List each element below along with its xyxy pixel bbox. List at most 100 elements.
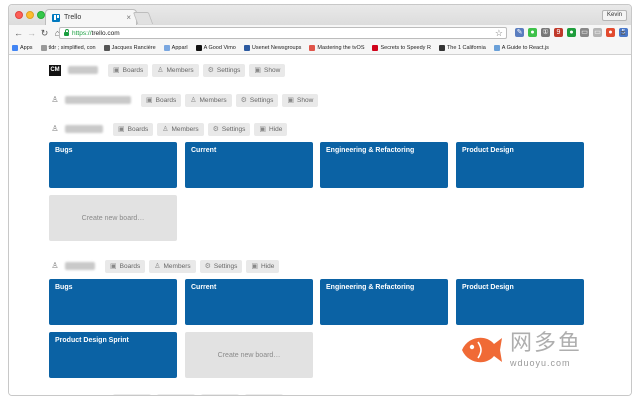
org-boards-button[interactable]: ▣ Boards (108, 63, 149, 77)
maximize-window-button[interactable] (37, 11, 45, 19)
org-show-button[interactable]: ▣ Show (249, 63, 286, 77)
gear-icon: ⚙ (204, 262, 211, 270)
bookmark-label: Mastering the tvOS (317, 45, 365, 51)
board-tile-product-design[interactable]: Product Design (456, 279, 584, 325)
bookmark-item[interactable]: Apps (12, 45, 33, 51)
members-label: Members (163, 262, 191, 270)
address-bar[interactable]: https:// trello.com ☆ (59, 27, 507, 39)
bookmark-item[interactable]: Usenet Newsgroups (243, 45, 301, 51)
extension-icon[interactable]: ▭ (580, 28, 589, 37)
bookmark-label: A Guide to React.js (501, 45, 549, 51)
boards-label: Boards (127, 125, 149, 133)
boards-label: Boards (122, 66, 144, 74)
org-show-button[interactable]: ▣ Show (282, 93, 319, 107)
create-new-board-button[interactable]: Create new board… (185, 332, 313, 378)
extension-icon[interactable]: ● (528, 28, 537, 37)
person-icon: ♙ (157, 66, 164, 74)
board-toggle-icon: ▣ (259, 125, 267, 133)
bookmarks-bar: Apps tldr ; simplified, con Jacques Ranciè… (9, 42, 631, 55)
trello-favicon-icon (52, 13, 60, 22)
board-tile-bugs[interactable]: Bugs (49, 142, 177, 188)
org-hide-button[interactable]: ▣ Hide (246, 259, 280, 273)
person-icon: ♙ (190, 96, 197, 104)
chrome-menu-icon[interactable]: ≡ (619, 28, 627, 38)
org-members-button[interactable]: ♙ Members (152, 63, 199, 77)
board-toggle-icon: ▣ (287, 96, 295, 104)
board-tile-bugs[interactable]: Bugs (49, 279, 177, 325)
person-icon: ♙ (51, 261, 59, 270)
extension-icon[interactable]: 9 (554, 28, 563, 37)
org-name-blurred[interactable] (65, 96, 131, 104)
new-tab-button[interactable] (132, 12, 154, 24)
org-boards-button[interactable]: ▣ Boards (141, 93, 182, 107)
bookmark-label: A Good Vimo (203, 45, 236, 51)
hide-label: Hide (269, 125, 283, 133)
bookmark-label: Apps (20, 45, 33, 51)
browser-tab[interactable]: Trello × (45, 9, 137, 25)
board-tile-current[interactable]: Current (185, 279, 313, 325)
org-members-button[interactable]: ♙ Members (185, 93, 232, 107)
org-settings-button[interactable]: ⚙ Settings (207, 122, 251, 136)
extension-icon[interactable]: ● (606, 28, 615, 37)
bookmark-label: Secrets to Speedy R (380, 45, 431, 51)
bookmark-favicon-icon (40, 45, 47, 51)
bookmark-star-icon[interactable]: ☆ (495, 28, 503, 38)
bookmark-item[interactable]: Mastering the tvOS (309, 45, 364, 51)
boards-icon: ▣ (110, 262, 117, 270)
profile-button[interactable]: Kevin (601, 10, 627, 21)
bookmark-favicon-icon (438, 45, 445, 51)
bookmark-item[interactable]: Jacques Rancière (103, 45, 156, 51)
create-new-board-label: Create new board… (217, 351, 281, 359)
org-name-blurred[interactable] (68, 66, 98, 74)
extensions-area: ✎ ● ① 9 ● ▭ ▭ ● 5 (515, 28, 628, 37)
close-window-button[interactable] (15, 11, 23, 19)
org-boards-button[interactable]: ▣ Boards (105, 259, 146, 273)
extension-icon[interactable]: ▭ (593, 28, 602, 37)
board-tile-product-design-sprint[interactable]: Product Design Sprint (49, 332, 177, 378)
forward-arrow-icon[interactable]: → (26, 28, 37, 39)
org-settings-button[interactable]: ⚙ Settings (199, 259, 243, 273)
settings-label: Settings (216, 66, 241, 74)
boards-icon: ▣ (113, 66, 120, 74)
extension-icon[interactable]: ✎ (515, 28, 524, 37)
org-members-button[interactable]: ♙ Members (149, 259, 196, 273)
board-tile-engineering[interactable]: Engineering & Refactoring (320, 142, 448, 188)
person-icon: ♙ (162, 125, 169, 133)
board-tile-current[interactable]: Current (185, 142, 313, 188)
org-hide-button[interactable]: ▣ Hide (254, 122, 288, 136)
watermark-text: 网多鱼 (510, 331, 583, 356)
extension-icon[interactable]: ① (541, 28, 550, 37)
minimize-window-button[interactable] (26, 11, 34, 19)
org-header-4: ♙ ▣ Boards ♙ Members ⚙ Settings ▣ Hide (49, 259, 280, 273)
back-arrow-icon[interactable]: ← (13, 28, 24, 39)
show-label: Show (297, 96, 314, 104)
bookmark-favicon-icon (493, 45, 500, 51)
org-settings-button[interactable]: ⚙ Settings (202, 63, 246, 77)
bookmark-item[interactable]: A Guide to React.js (493, 45, 549, 51)
boards-icon: ▣ (146, 96, 153, 104)
org-boards-button[interactable]: ▣ Boards (113, 122, 154, 136)
bookmark-item[interactable]: The 1 California (438, 45, 486, 51)
board-tile-engineering[interactable]: Engineering & Refactoring (320, 279, 448, 325)
bookmark-favicon-icon (163, 45, 170, 51)
org-settings-button[interactable]: ⚙ Settings (235, 93, 279, 107)
bookmark-item[interactable]: Secrets to Speedy R (372, 45, 431, 51)
show-label: Show (264, 66, 281, 74)
extension-icon[interactable]: ● (567, 28, 576, 37)
placeholder-bar (113, 394, 151, 395)
org-name-blurred[interactable] (65, 125, 103, 133)
members-label: Members (171, 125, 199, 133)
reload-icon[interactable]: ↻ (39, 28, 50, 39)
bookmark-item[interactable]: Apparl (163, 45, 188, 51)
fish-logo-icon (462, 337, 502, 363)
board-tile-product-design[interactable]: Product Design (456, 142, 584, 188)
bookmark-item[interactable]: A Good Vimo (195, 45, 236, 51)
create-new-board-button[interactable]: Create new board… (49, 195, 177, 241)
org-name-blurred[interactable] (65, 262, 95, 270)
boards-label: Boards (119, 262, 141, 270)
bookmark-item[interactable]: tldr ; simplified, con (40, 45, 96, 51)
board-toggle-icon: ▣ (251, 262, 259, 270)
bookmark-label: Jacques Rancière (111, 45, 156, 51)
org-members-button[interactable]: ♙ Members (157, 122, 204, 136)
bookmark-favicon-icon (12, 45, 18, 51)
